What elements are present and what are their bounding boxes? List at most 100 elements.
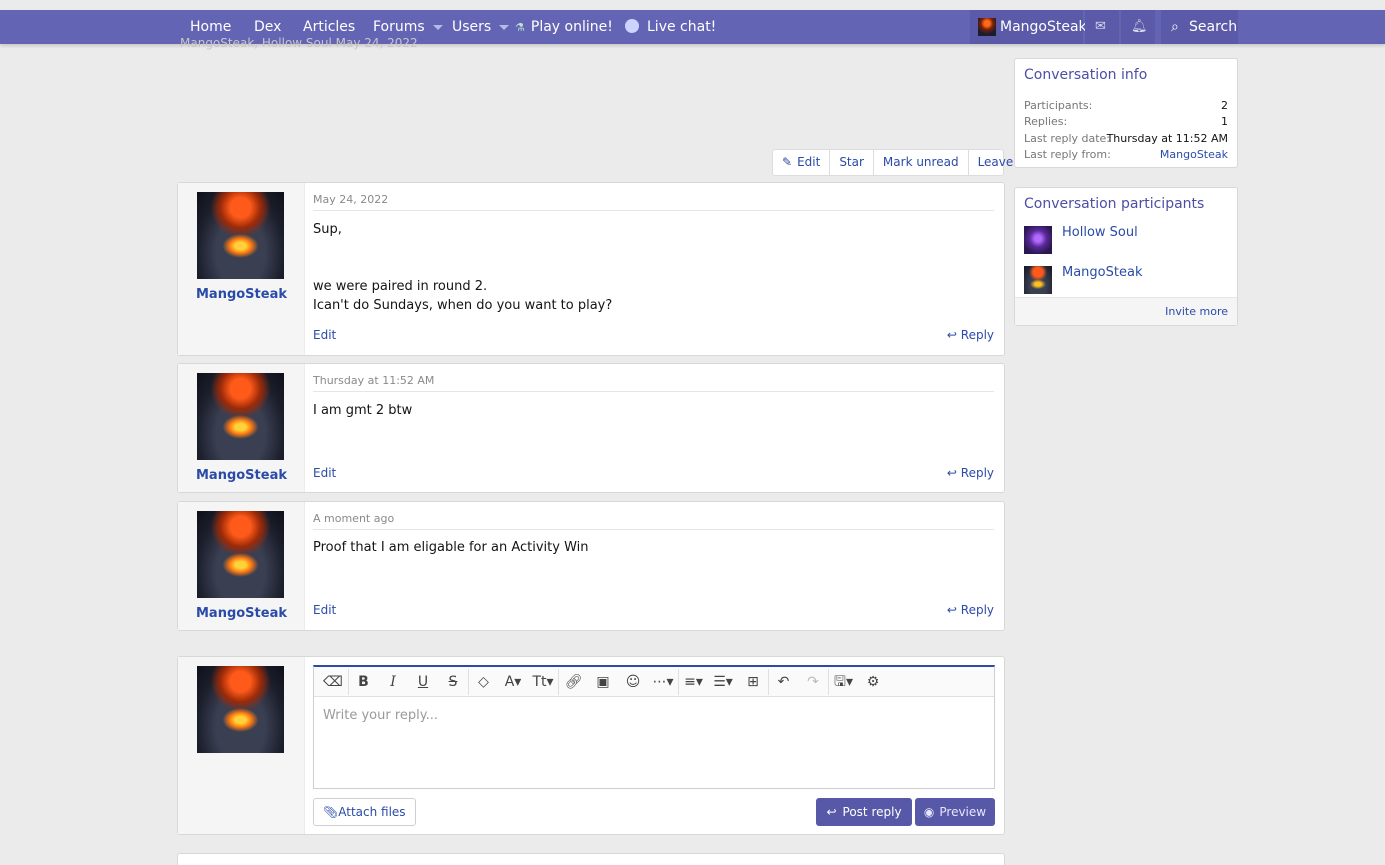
chevron-down-icon[interactable] bbox=[499, 24, 510, 30]
info-value[interactable]: Thursday at 11:52 AM bbox=[1107, 132, 1228, 145]
last-reply-user-link[interactable]: MangoSteak bbox=[1160, 148, 1228, 161]
image-icon[interactable]: ▣ bbox=[588, 669, 618, 695]
message-date[interactable]: Thursday at 11:52 AM bbox=[313, 374, 994, 392]
message-date[interactable]: May 24, 2022 bbox=[313, 193, 994, 211]
message-author[interactable]: MangoSteak bbox=[178, 287, 305, 302]
attach-files-label: Attach files bbox=[338, 805, 406, 819]
conversation-info-block: Conversation info Participants: 2 Replie… bbox=[1014, 58, 1238, 168]
info-key: Last reply from: bbox=[1024, 148, 1111, 161]
discord-icon bbox=[625, 19, 639, 33]
edit-message-button[interactable]: Edit bbox=[313, 603, 336, 617]
message-author[interactable]: MangoSteak bbox=[178, 468, 305, 483]
reply-editor: ⌫ B I U S ◇ A▾ Tt▾ 🔗︎ ▣ ☺ ⋯▾ ≡▾ ☰▾ ⊞ ↶ ↷… bbox=[313, 665, 995, 789]
message-date[interactable]: A moment ago bbox=[313, 512, 994, 530]
preview-button[interactable]: ◉ Preview bbox=[915, 798, 995, 826]
reply-label: Reply bbox=[960, 466, 994, 480]
invite-more-link[interactable]: Invite more bbox=[1165, 305, 1228, 318]
message-line bbox=[313, 239, 994, 258]
gamepad-icon: ⚗ bbox=[515, 21, 525, 34]
bell-icon: 🔔︎ bbox=[1131, 19, 1148, 34]
avatar[interactable] bbox=[1024, 266, 1052, 294]
gear-icon[interactable]: ⚙ bbox=[858, 669, 888, 695]
info-key: Last reply date: bbox=[1024, 132, 1111, 145]
reply-icon: ↩ bbox=[826, 805, 837, 819]
info-value: 2 bbox=[1221, 99, 1228, 112]
drafts-icon[interactable]: 🖫︎▾ bbox=[828, 668, 858, 695]
edit-message-button[interactable]: Edit bbox=[313, 466, 336, 480]
underline-icon[interactable]: U bbox=[408, 669, 438, 695]
align-icon[interactable]: ≡▾ bbox=[678, 668, 708, 695]
info-key: Participants: bbox=[1024, 99, 1093, 112]
edit-message-button[interactable]: Edit bbox=[313, 328, 336, 342]
strikethrough-icon[interactable]: S bbox=[438, 669, 468, 695]
link-icon[interactable]: 🔗︎ bbox=[558, 668, 588, 695]
italic-icon[interactable]: I bbox=[378, 669, 408, 695]
participant-link[interactable]: MangoSteak bbox=[1062, 265, 1142, 280]
chevron-down-icon[interactable] bbox=[432, 24, 443, 30]
avatar[interactable] bbox=[197, 373, 284, 460]
star-button[interactable]: Star bbox=[830, 150, 874, 175]
search-icon: ⌕ bbox=[1171, 19, 1179, 35]
reply-input[interactable]: Write your reply... bbox=[323, 708, 438, 723]
alerts-button[interactable]: 🔔︎ bbox=[1121, 10, 1155, 44]
list-icon[interactable]: ☰▾ bbox=[708, 669, 738, 695]
user-menu[interactable]: MangoSteak bbox=[970, 10, 1087, 44]
nav-users-label: Users bbox=[452, 19, 492, 35]
edit-conversation-button[interactable]: ✎ Edit bbox=[773, 150, 831, 175]
post-reply-button[interactable]: ↩ Post reply bbox=[816, 798, 912, 826]
reply-button[interactable]: ↩ Reply bbox=[947, 466, 994, 480]
message-body: Sup, we were paired in round 2. Ican't d… bbox=[313, 220, 994, 315]
message-line: Proof that I am eligable for an Activity… bbox=[313, 540, 589, 555]
edit-conversation-label: Edit bbox=[797, 155, 821, 169]
table-icon[interactable]: ⊞ bbox=[738, 669, 768, 695]
message-line: Ican't do Sundays, when do you want to p… bbox=[313, 298, 613, 313]
participant-link[interactable]: Hollow Soul bbox=[1062, 225, 1138, 240]
avatar[interactable] bbox=[1024, 226, 1052, 254]
user-menu-name: MangoSteak bbox=[1000, 19, 1087, 35]
bold-icon[interactable]: B bbox=[348, 668, 378, 695]
info-row: Last reply date: Thursday at 11:52 AM bbox=[1024, 132, 1228, 145]
avatar[interactable] bbox=[197, 192, 284, 279]
participants-title: Conversation participants bbox=[1024, 196, 1205, 212]
attach-files-button[interactable]: 📎︎Attach files bbox=[313, 798, 416, 826]
reply-button[interactable]: ↩ Reply bbox=[947, 603, 994, 617]
quick-reply: ⌫ B I U S ◇ A▾ Tt▾ 🔗︎ ▣ ☺ ⋯▾ ≡▾ ☰▾ ⊞ ↶ ↷… bbox=[177, 656, 1005, 835]
nav-users[interactable]: Users bbox=[452, 10, 510, 44]
inbox-button[interactable]: ✉ bbox=[1085, 10, 1119, 44]
font-family-icon[interactable]: A▾ bbox=[498, 669, 528, 695]
mark-unread-button[interactable]: Mark unread bbox=[874, 150, 969, 175]
smiley-icon[interactable]: ☺ bbox=[618, 669, 648, 695]
more-options-icon[interactable]: ⋯▾ bbox=[648, 669, 678, 695]
font-size-icon[interactable]: Tt▾ bbox=[528, 669, 558, 695]
message-user-pane: MangoSteak bbox=[178, 183, 305, 355]
message-line: we were paired in round 2. bbox=[313, 279, 488, 294]
breadcrumb: MangoSteak, Hollow Soul May 24, 2022 bbox=[180, 36, 418, 50]
message-body: Proof that I am eligable for an Activity… bbox=[313, 538, 994, 557]
avatar bbox=[978, 18, 996, 36]
search-button[interactable]: ⌕ Search bbox=[1161, 10, 1238, 44]
message-line bbox=[313, 258, 994, 277]
nav-live-chat[interactable]: Live chat! bbox=[625, 10, 716, 44]
redo-icon[interactable]: ↷ bbox=[798, 669, 828, 695]
info-value: 1 bbox=[1221, 115, 1228, 128]
nav-forums-label: Forums bbox=[373, 19, 425, 35]
info-key: Replies: bbox=[1024, 115, 1068, 128]
message-user-pane: MangoSteak bbox=[178, 502, 305, 630]
eraser-icon[interactable]: ⌫ bbox=[318, 669, 348, 695]
text-color-icon[interactable]: ◇ bbox=[468, 668, 498, 695]
message: MangoSteak A moment ago Proof that I am … bbox=[177, 501, 1005, 631]
undo-icon[interactable]: ↶ bbox=[768, 668, 798, 695]
participants-footer: Invite more bbox=[1015, 297, 1237, 325]
nav-live-chat-label: Live chat! bbox=[647, 19, 717, 35]
message-user-pane: MangoSteak bbox=[178, 364, 305, 492]
reply-button[interactable]: ↩ Reply bbox=[947, 328, 994, 342]
conversation-actions: ✎ Edit Star Mark unread Leave bbox=[772, 149, 1013, 176]
reply-icon: ↩ bbox=[946, 603, 957, 617]
nav-play-online[interactable]: ⚗ Play online! bbox=[515, 10, 613, 44]
eye-icon: ◉ bbox=[923, 805, 935, 819]
avatar[interactable] bbox=[197, 511, 284, 598]
next-block bbox=[177, 853, 1005, 865]
preview-label: Preview bbox=[939, 805, 987, 819]
message-author[interactable]: MangoSteak bbox=[178, 606, 305, 621]
message-line: I am gmt 2 btw bbox=[313, 403, 413, 418]
